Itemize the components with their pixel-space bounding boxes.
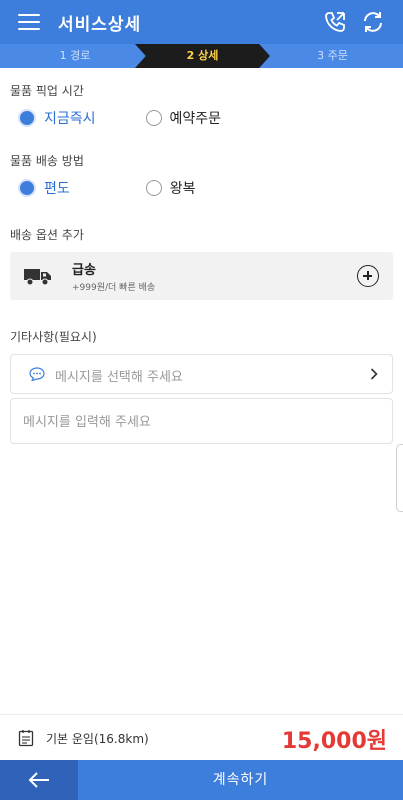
pickup-option-now-label: 지금즉시 [44,111,96,127]
express-option-card: 급송 +999원/더 빠른 배송 [10,252,393,300]
menu-icon[interactable] [18,14,40,30]
message-select-placeholder: 메시지를 선택해 주세요 [55,370,183,385]
receipt-icon [18,730,34,747]
pickup-radio-group: 지금즉시 예약주문 [18,106,269,130]
delivery-method-label: 물품 배송 방법 [10,154,84,168]
express-option-subtitle: +999원/더 빠른 배송 [72,283,156,293]
pickup-option-reserve[interactable]: 예약주문 [145,108,222,128]
step-indicator: 1 경로 2 상세 3 주문 [0,44,403,68]
chat-bubble-icon [29,367,45,381]
delivery-option-section-label: 배송 옵션 추가 [10,228,84,242]
message-select[interactable]: 메시지를 선택해 주세요 [10,354,393,394]
message-input[interactable]: 메시지를 입력해 주세요 [10,398,393,444]
fare-summary: 기본 운임(16.8km) 15,000원 [0,714,403,761]
delivery-option-oneway[interactable]: 편도 [18,178,70,198]
delivery-radio-group: 편도 왕복 [18,176,244,200]
delivery-option-roundtrip-label: 왕복 [169,181,196,197]
step-detail: 2 상세 [135,44,270,68]
page-title: 서비스상세 [58,15,142,35]
pickup-option-reserve-label: 예약주문 [169,111,222,127]
step-order: 3 주문 [317,49,348,62]
notes-label: 기타사항(필요시) [10,330,97,344]
fare-amount: 15,000원 [281,729,387,754]
radio-checked[interactable] [18,179,36,197]
pickup-option-now[interactable]: 지금즉시 [18,108,96,128]
phone-icon[interactable] [322,9,348,35]
delivery-option-oneway-label: 편도 [44,181,70,197]
delivery-option-roundtrip[interactable]: 왕복 [145,178,196,198]
bottom-action-bar: 계속하기 [0,760,403,800]
app-header: 서비스상세 [0,0,403,44]
step-route: 1 경로 [59,49,91,62]
add-option-button[interactable] [357,265,379,287]
truck-icon [24,269,51,286]
fare-label: 기본 운임(16.8km) [46,732,149,746]
express-option-title: 급송 [72,263,96,278]
chevron-right-icon [370,368,378,380]
pickup-time-label: 물품 픽업 시간 [10,84,84,98]
arrow-left-icon [28,772,49,788]
continue-button[interactable]: 계속하기 [78,760,403,800]
refresh-icon[interactable] [360,9,386,35]
radio-unchecked[interactable] [145,110,162,126]
radio-unchecked[interactable] [145,180,162,196]
back-button[interactable] [0,760,78,800]
side-drawer-handle[interactable] [396,444,403,512]
radio-checked[interactable] [18,109,36,127]
